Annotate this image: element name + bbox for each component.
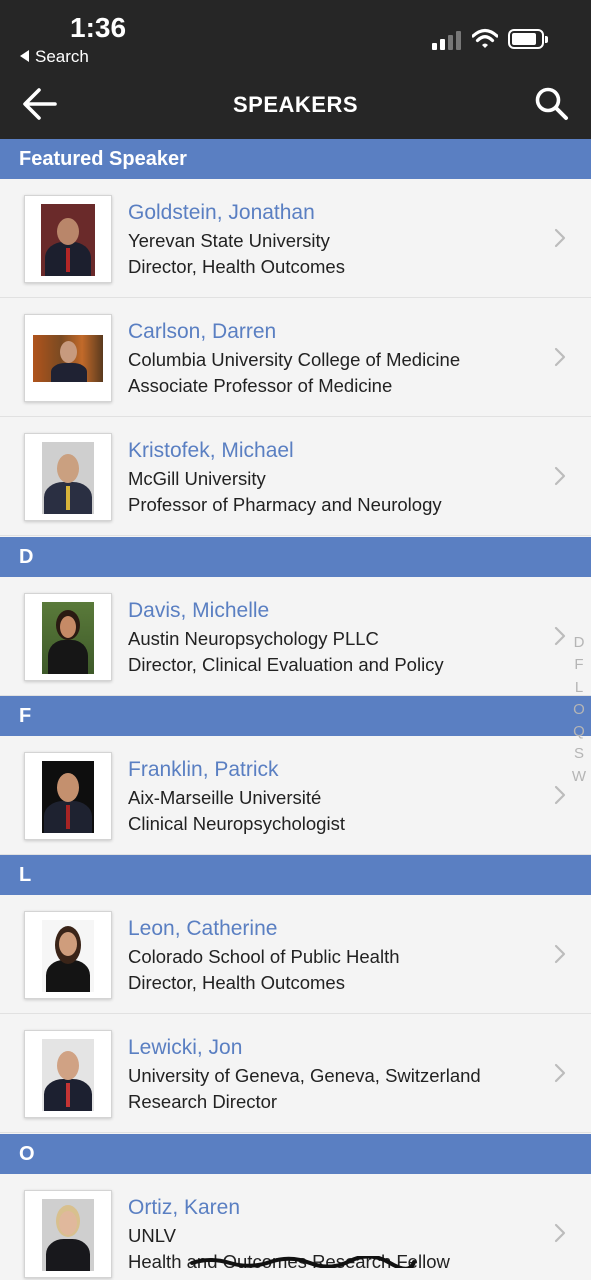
section-header-featured: Featured Speaker bbox=[0, 139, 591, 179]
chevron-right-icon bbox=[554, 785, 566, 805]
speaker-name: Goldstein, Jonathan bbox=[128, 201, 315, 224]
speaker-row[interactable]: Davis, Michelle Austin Neuropsychology P… bbox=[0, 577, 591, 696]
avatar bbox=[24, 314, 112, 402]
speaker-row[interactable]: Kristofek, Michael McGill University Pro… bbox=[0, 417, 591, 536]
speaker-role: Research Director bbox=[128, 1091, 278, 1112]
speaker-name: Leon, Catherine bbox=[128, 917, 278, 940]
avatar bbox=[24, 752, 112, 840]
speaker-name: Franklin, Patrick bbox=[128, 758, 279, 781]
speaker-organization: University of Geneva, Geneva, Switzerlan… bbox=[128, 1065, 481, 1086]
speaker-row[interactable]: Leon, Catherine Colorado School of Publi… bbox=[0, 895, 591, 1014]
speaker-organization: Yerevan State University bbox=[128, 230, 330, 251]
search-icon[interactable] bbox=[534, 86, 570, 122]
speaker-role: Director, Clinical Evaluation and Policy bbox=[128, 654, 444, 675]
index-letter[interactable]: F bbox=[571, 654, 587, 676]
speaker-name: Davis, Michelle bbox=[128, 599, 270, 622]
speaker-name: Ortiz, Karen bbox=[128, 1196, 241, 1219]
speaker-role: Associate Professor of Medicine bbox=[128, 375, 393, 396]
battery-icon bbox=[508, 29, 548, 49]
back-triangle-icon bbox=[20, 50, 29, 62]
chevron-right-icon bbox=[554, 466, 566, 486]
speaker-organization: Colorado School of Public Health bbox=[128, 946, 400, 967]
page-title: SPEAKERS bbox=[232, 92, 359, 117]
avatar bbox=[24, 195, 112, 283]
back-to-search-label: Search bbox=[35, 47, 89, 66]
speaker-role: Professor of Pharmacy and Neurology bbox=[128, 494, 442, 515]
back-to-search-link[interactable]: Search bbox=[20, 47, 89, 67]
speaker-role: Clinical Neuropsychologist bbox=[128, 813, 345, 834]
speaker-organization: Austin Neuropsychology PLLC bbox=[128, 628, 379, 649]
speaker-role: Director, Health Outcomes bbox=[128, 972, 345, 993]
nav-bar: SPEAKERS bbox=[0, 70, 591, 139]
section-header-f: F bbox=[0, 696, 591, 736]
status-bar: 1:36 Search bbox=[0, 0, 591, 70]
section-header-d: D bbox=[0, 537, 591, 577]
index-letter[interactable]: S bbox=[571, 743, 587, 765]
index-letter[interactable]: L bbox=[571, 677, 587, 699]
speaker-role: Director, Health Outcomes bbox=[128, 256, 345, 277]
chevron-right-icon bbox=[554, 944, 566, 964]
index-letter[interactable]: W bbox=[571, 766, 587, 788]
speaker-name: Carlson, Darren bbox=[128, 320, 277, 343]
chevron-right-icon bbox=[554, 1223, 566, 1243]
speaker-organization: McGill University bbox=[128, 468, 266, 489]
avatar bbox=[24, 1190, 112, 1278]
speaker-row[interactable]: Goldstein, Jonathan Yerevan State Univer… bbox=[0, 179, 591, 298]
alphabet-index-bar[interactable]: D F L O Q S W bbox=[571, 632, 587, 788]
chevron-right-icon bbox=[554, 347, 566, 367]
index-letter[interactable]: D bbox=[571, 632, 587, 654]
speaker-organization: Aix-Marseille Université bbox=[128, 787, 322, 808]
avatar bbox=[24, 593, 112, 681]
chevron-right-icon bbox=[554, 1063, 566, 1083]
speaker-organization: Columbia University College of Medicine bbox=[128, 349, 461, 370]
section-header-l: L bbox=[0, 855, 591, 895]
status-time: 1:36 bbox=[70, 12, 127, 43]
avatar bbox=[24, 911, 112, 999]
scribble-redaction bbox=[190, 1256, 416, 1268]
chevron-right-icon bbox=[554, 626, 566, 646]
index-letter[interactable]: Q bbox=[571, 721, 587, 743]
avatar bbox=[24, 433, 112, 521]
speaker-row[interactable]: Franklin, Patrick Aix-Marseille Universi… bbox=[0, 736, 591, 855]
wifi-icon bbox=[472, 28, 498, 48]
cellular-signal-icon bbox=[432, 30, 464, 50]
section-header-o: O bbox=[0, 1134, 591, 1174]
avatar bbox=[24, 1030, 112, 1118]
speaker-name: Kristofek, Michael bbox=[128, 439, 294, 462]
speaker-name: Lewicki, Jon bbox=[128, 1036, 243, 1059]
speaker-organization: UNLV bbox=[128, 1225, 176, 1246]
index-letter[interactable]: O bbox=[571, 699, 587, 721]
speaker-row[interactable]: Carlson, Darren Columbia University Coll… bbox=[0, 298, 591, 417]
chevron-right-icon bbox=[554, 228, 566, 248]
speaker-row[interactable]: Lewicki, Jon University of Geneva, Genev… bbox=[0, 1014, 591, 1133]
